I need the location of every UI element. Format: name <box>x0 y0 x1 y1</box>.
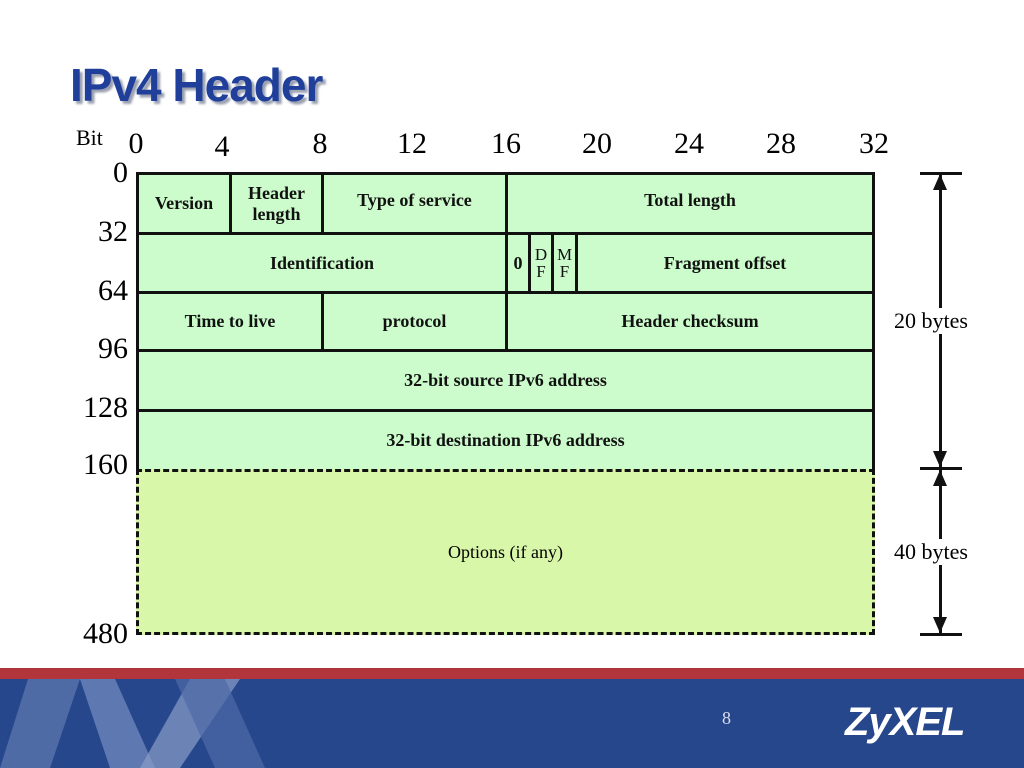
zyxel-logo: ZyXEL <box>845 700 965 744</box>
arrowheads <box>933 174 947 633</box>
footer-band <box>0 668 1024 679</box>
page-number: 8 <box>722 708 731 728</box>
header-size-label: 20 bytes <box>894 308 968 334</box>
footer-decoration <box>0 679 265 768</box>
options-size-label: 40 bytes <box>894 539 968 565</box>
